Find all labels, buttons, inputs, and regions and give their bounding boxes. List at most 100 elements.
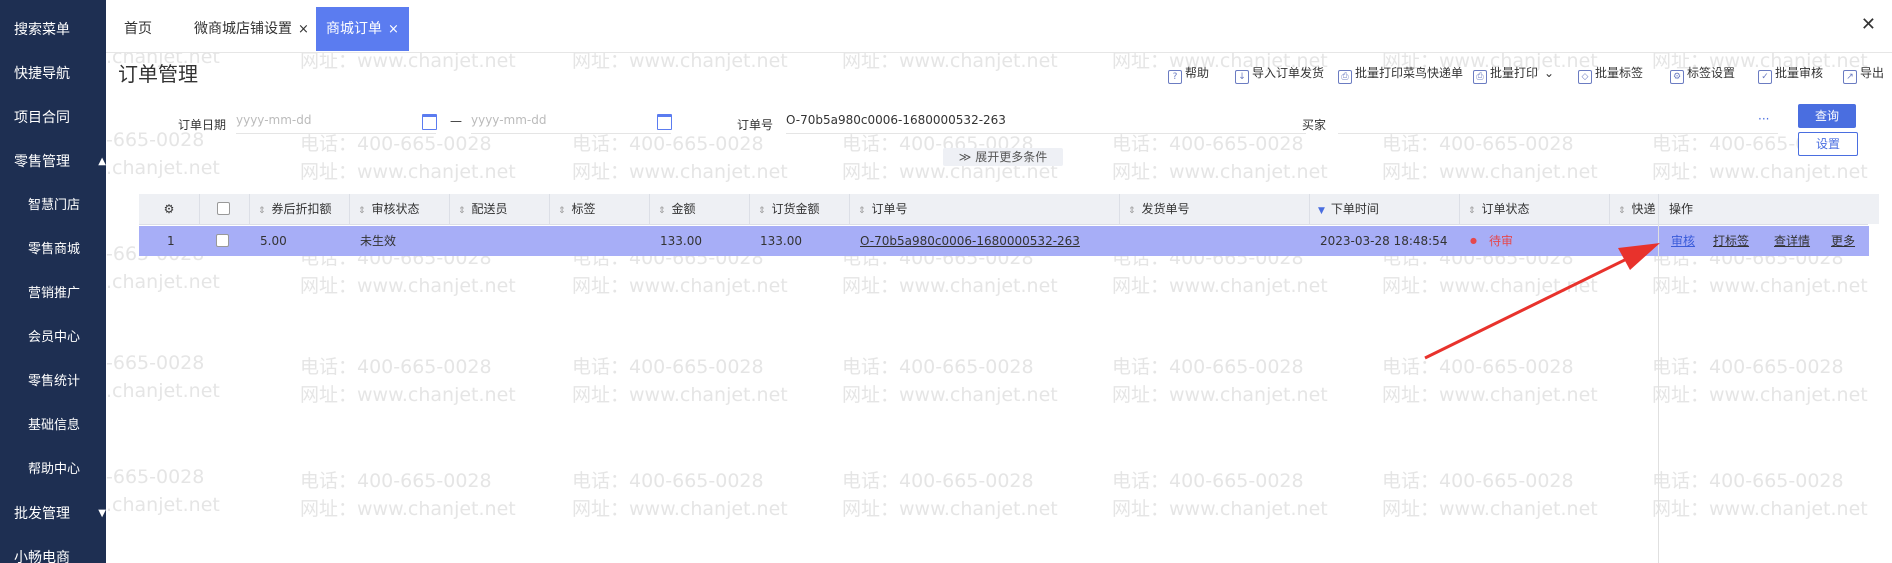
audit-action[interactable]: 审核	[1671, 226, 1695, 256]
sidebar-item[interactable]: 会员中心	[0, 320, 106, 356]
watermark-text: 网址：www.chanjet.net	[572, 498, 788, 520]
calendar-icon[interactable]	[422, 114, 437, 130]
sidebar-item-label: 智慧门店	[28, 198, 81, 213]
sidebar-item[interactable]: 零售管理 ▲	[0, 144, 106, 180]
column-header[interactable]: ⇕ 券后折扣额	[249, 194, 350, 224]
tab-shop-settings[interactable]: 微商城店铺设置 ×	[194, 7, 309, 51]
detail-action[interactable]: 查详情	[1774, 226, 1810, 256]
chevron-down-icon[interactable]: ⌄	[1544, 66, 1554, 80]
column-header[interactable]: ⇕ 订单状态	[1459, 194, 1610, 224]
caret-up-icon[interactable]: ▲	[98, 144, 106, 180]
sort-icon[interactable]: ⇕	[458, 206, 466, 216]
sort-icon[interactable]: ⇕	[558, 206, 566, 216]
column-header[interactable]: ⇕ 订货金额	[749, 194, 850, 224]
column-header[interactable]: ⇕ 标签	[549, 194, 650, 224]
order-no-input[interactable]: O-70b5a980c0006-1680000532-263	[786, 113, 1306, 134]
sort-icon[interactable]: ⇕	[358, 206, 366, 216]
close-icon[interactable]: ×	[388, 22, 399, 37]
cell-order-amount: 133.00	[760, 234, 802, 248]
toolbar-button[interactable]: ⎙ 批量打印菜鸟快递单	[1338, 64, 1463, 84]
toolbar-button[interactable]: ↓ 导入订单发货	[1235, 64, 1324, 84]
sidebar-item[interactable]: 智慧门店	[0, 188, 106, 224]
sidebar-item[interactable]: 帮助中心	[0, 452, 106, 488]
watermark-text: 网址：www.chanjet.net	[1112, 498, 1328, 520]
toolbar-button[interactable]: ⎙ 批量打印 ⌄	[1473, 64, 1554, 84]
select-all-checkbox[interactable]	[217, 202, 230, 215]
watermark-text: 网址：www.chanjet.net	[1112, 384, 1328, 406]
column-header[interactable]: ⇕ 审核状态	[349, 194, 450, 224]
toolbar-button[interactable]: ✓ 批量审核	[1758, 64, 1823, 84]
column-header[interactable]: ⇕ 发货单号	[1119, 194, 1310, 224]
toolbar-button-label: 批量审核	[1775, 66, 1824, 80]
close-icon[interactable]: ×	[298, 22, 309, 37]
sidebar-item-label: 零售管理	[14, 154, 70, 170]
watermark-text: 网址：www.chanjet.net	[300, 498, 516, 520]
date-from-input[interactable]: yyyy-mm-dd	[236, 113, 436, 134]
sort-icon[interactable]: ⇕	[1128, 206, 1136, 216]
query-button[interactable]: 查询	[1798, 104, 1856, 128]
more-options-icon[interactable]: ···	[1758, 112, 1769, 126]
row-checkbox[interactable]	[216, 234, 229, 247]
sidebar-item[interactable]: 快捷导航	[0, 56, 106, 92]
sort-icon[interactable]: ⇕	[858, 206, 866, 216]
expand-conditions-button[interactable]: ≫ 展开更多条件	[943, 148, 1063, 166]
date-to-input[interactable]: yyyy-mm-dd	[471, 113, 671, 134]
watermark-text: 网址：www.chanjet.net	[1652, 161, 1868, 183]
column-header-label: 审核状态	[371, 202, 420, 216]
sort-icon[interactable]: ⇕	[1618, 206, 1626, 216]
sidebar-item-label: 快捷导航	[14, 66, 70, 82]
audit-icon: ✓	[1758, 70, 1772, 84]
toolbar-button-label: 标签设置	[1687, 66, 1736, 80]
sidebar-item[interactable]: 基础信息	[0, 408, 106, 444]
column-header[interactable]: ⇕ 配送员	[449, 194, 550, 224]
sidebar-item[interactable]: 营销推广	[0, 276, 106, 312]
column-header[interactable]: ⇕ 金额	[649, 194, 750, 224]
tab-home[interactable]: 首页	[124, 7, 152, 51]
sidebar-item-label: 帮助中心	[28, 462, 81, 477]
column-header-label: 订单号	[871, 202, 908, 216]
tag-action[interactable]: 打标签	[1713, 226, 1749, 256]
sidebar-item[interactable]: 小畅电商	[0, 540, 106, 563]
toolbar-button[interactable]: ? 帮助	[1168, 64, 1209, 84]
calendar-icon[interactable]	[657, 114, 672, 130]
window-close-icon[interactable]: ✕	[1861, 14, 1876, 35]
sort-icon[interactable]: ⇕	[758, 206, 766, 216]
sidebar-item[interactable]: 批发管理 ▼	[0, 496, 106, 532]
watermark-text: 电话：400-665-0028	[842, 356, 1034, 378]
sidebar-item-label: 小畅电商	[14, 550, 70, 563]
toolbar: ? 帮助 ↓ 导入订单发货 ⎙ 批量打印菜鸟快递单 ⎙ 批量打印 ⌄ ◇ 批量标签 ⚙ 标签设置 ✓ 批量审…	[1160, 64, 1892, 84]
toolbar-button[interactable]: ↗ 导出	[1843, 64, 1884, 84]
column-header[interactable]: ▼ 下单时间	[1309, 194, 1460, 224]
order-no-link[interactable]: O-70b5a980c0006-1680000532-263	[860, 226, 1080, 256]
sidebar-item-label: 批发管理	[14, 506, 70, 522]
toolbar-button-label: 批量打印菜鸟快递单	[1355, 66, 1464, 80]
toolbar-button[interactable]: ◇ 批量标签	[1578, 64, 1643, 84]
more-action[interactable]: 更多	[1831, 226, 1855, 256]
tab-mall-orders[interactable]: 商城订单 ×	[316, 7, 409, 51]
buyer-input[interactable]	[1338, 113, 1778, 134]
table-row[interactable]: 1 5.00 未生效 133.00 133.00 2023-03-28 18:48:54 O…	[139, 226, 1869, 256]
sidebar-item[interactable]: 搜索菜单	[0, 12, 106, 48]
watermark-text: 电话：400-665-0028	[1112, 356, 1304, 378]
sidebar-item[interactable]: 零售统计	[0, 364, 106, 400]
tab-mall-orders-label: 商城订单	[326, 21, 382, 37]
tag-settings-icon: ⚙	[1670, 70, 1684, 84]
column-header-label: 订货金额	[771, 202, 820, 216]
settings-button[interactable]: 设置	[1798, 132, 1858, 156]
sort-icon[interactable]: ⇕	[658, 206, 666, 216]
watermark-text: 网址：www.chanjet.net	[1382, 161, 1598, 183]
sort-icon[interactable]: ⇕	[1468, 206, 1476, 216]
caret-down-icon[interactable]: ▼	[98, 496, 106, 532]
toolbar-button[interactable]: ⚙ 标签设置	[1670, 64, 1735, 84]
watermark-text: 网址：www.chanjet.net	[1382, 498, 1598, 520]
cell-amount: 133.00	[660, 234, 702, 248]
sidebar-item[interactable]: 零售商城	[0, 232, 106, 268]
watermark-text: 电话：400-665-0028	[1382, 470, 1574, 492]
watermark-text: -665-0028	[106, 352, 205, 374]
column-header[interactable]: ⇕ 订单号	[849, 194, 1120, 224]
sidebar-item[interactable]: 项目合同	[0, 100, 106, 136]
sort-icon[interactable]: ⇕	[258, 206, 266, 216]
column-settings-icon[interactable]: ⚙	[139, 194, 199, 224]
header-select-all[interactable]	[199, 194, 250, 224]
sort-icon[interactable]: ▼	[1318, 206, 1325, 216]
